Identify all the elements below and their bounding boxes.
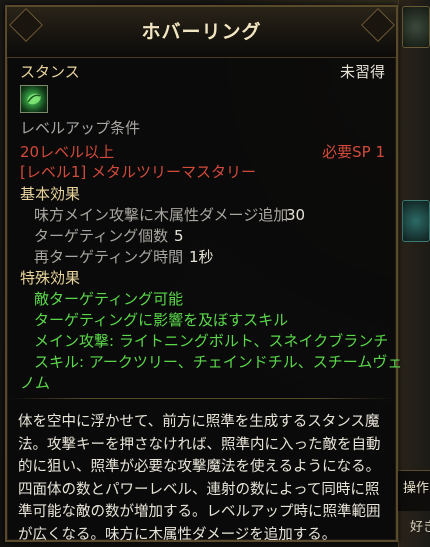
side-slot-top[interactable] bbox=[402, 6, 430, 48]
basic-effect-value: 5 bbox=[174, 227, 184, 245]
special-effect: メイン攻撃: ライトニングボルト、スネイクブランチ bbox=[34, 332, 389, 350]
special-effect: ノム bbox=[20, 374, 51, 392]
req-level: 20レベル以上 bbox=[20, 143, 115, 161]
learn-status: 未習得 bbox=[339, 63, 385, 81]
description-divider bbox=[9, 398, 394, 399]
side-operation-label[interactable]: 操作 bbox=[403, 478, 430, 500]
basic-header: 基本効果 bbox=[20, 185, 81, 203]
basic-effect-label: ターゲティング個数 bbox=[34, 227, 169, 245]
req-sp: 必要SP 1 bbox=[322, 143, 385, 161]
skill-type: スタンス bbox=[20, 63, 80, 81]
basic-effect-label: 再ターゲティング時間 bbox=[34, 248, 184, 266]
side-slot-mid[interactable] bbox=[402, 200, 430, 242]
basic-effect-value: 30 bbox=[286, 206, 306, 224]
levelup-header: レベルアップ条件 bbox=[20, 119, 141, 137]
skill-description: 体を空中に浮かせて、前方に照準を生成するスタンス魔法。攻撃キーを押さなければ、照… bbox=[18, 414, 381, 543]
special-effect: スキル: アークツリー、チェインドチル、スチームヴェ bbox=[34, 353, 403, 371]
special-effect: ターゲティングに影響を及ぼすスキル bbox=[34, 311, 289, 329]
req-mastery: [レベル1] メタルツリーマスタリー bbox=[20, 163, 257, 181]
side-panel bbox=[398, 0, 430, 547]
basic-effect-label: 味方メイン攻撃に木属性ダメージ追加 bbox=[34, 206, 289, 224]
special-header: 特殊効果 bbox=[20, 269, 81, 287]
side-bottom-label: 好き bbox=[410, 520, 430, 535]
skill-title: ホバーリング bbox=[141, 21, 262, 43]
leaf-orb-icon bbox=[20, 85, 48, 113]
basic-effect-value: 1秒 bbox=[189, 248, 214, 266]
special-effect: 敵ターゲティング可能 bbox=[34, 290, 184, 308]
